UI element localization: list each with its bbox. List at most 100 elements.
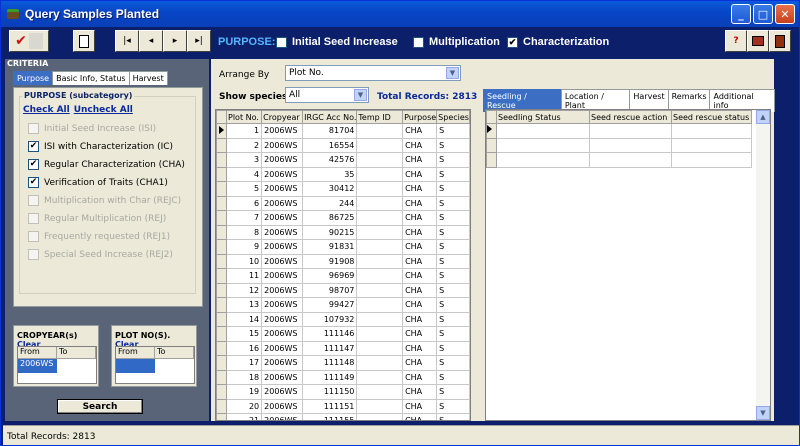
table-cell[interactable]: 42576 — [302, 152, 358, 168]
table-row[interactable]: 8 2006WS 90215 CHA S — [216, 224, 470, 240]
table-cell[interactable]: 17 — [225, 355, 263, 371]
table-cell[interactable] — [356, 224, 404, 240]
table-cell[interactable] — [356, 152, 404, 168]
cell[interactable] — [671, 152, 752, 168]
detail-grid[interactable]: Seedling Status Seed rescue action Seed … — [485, 109, 771, 421]
table-cell[interactable]: S — [436, 268, 470, 284]
table-cell[interactable] — [356, 340, 404, 356]
scroll-up-icon[interactable]: ▲ — [756, 110, 770, 124]
table-cell[interactable] — [356, 398, 404, 414]
help-button[interactable]: ? — [725, 30, 747, 52]
table-row[interactable]: 6 2006WS 244 CHA S — [216, 195, 470, 211]
arrange-by-select[interactable]: Plot No. ▼ — [285, 65, 461, 81]
table-cell[interactable]: S — [436, 137, 470, 153]
table-cell[interactable]: CHA — [402, 224, 438, 240]
table-cell[interactable] — [356, 253, 404, 269]
table-cell[interactable]: CHA — [402, 268, 438, 284]
table-cell[interactable]: 4 — [225, 166, 263, 182]
table-row[interactable]: 13 2006WS 99427 CHA S — [216, 297, 470, 313]
table-cell[interactable] — [356, 137, 404, 153]
table-cell[interactable]: 2006WS — [261, 355, 304, 371]
table-cell[interactable]: 91908 — [302, 253, 358, 269]
detail-col-header[interactable]: Seed rescue action — [589, 110, 672, 124]
table-cell[interactable]: 111155 — [302, 413, 358, 420]
table-cell[interactable]: S — [436, 224, 470, 240]
cell[interactable] — [496, 152, 590, 168]
table-cell[interactable]: CHA — [402, 369, 438, 385]
table-cell[interactable]: 15 — [225, 326, 263, 342]
table-cell[interactable] — [356, 311, 404, 327]
tab-purpose[interactable]: Purpose — [13, 71, 54, 85]
table-cell[interactable]: 10 — [225, 253, 263, 269]
table-cell[interactable]: 2006WS — [261, 195, 304, 211]
table-cell[interactable]: 99427 — [302, 297, 358, 313]
table-cell[interactable] — [356, 282, 404, 298]
detail-col-header[interactable]: Seed rescue status — [671, 110, 752, 124]
table-cell[interactable]: 2 — [225, 137, 263, 153]
next-record-button[interactable]: ▸ — [163, 30, 187, 52]
table-cell[interactable]: CHA — [402, 137, 438, 153]
table-cell[interactable]: CHA — [402, 340, 438, 356]
table-cell[interactable]: CHA — [402, 195, 438, 211]
table-cell[interactable]: S — [436, 297, 470, 313]
table-cell[interactable] — [356, 355, 404, 371]
print-button[interactable] — [747, 30, 769, 52]
table-cell[interactable]: CHA — [402, 152, 438, 168]
table-cell[interactable]: 2006WS — [261, 326, 304, 342]
table-cell[interactable]: 86725 — [302, 210, 358, 226]
purpose-multiplication-checkbox[interactable]: Multiplication — [413, 36, 500, 48]
table-cell[interactable] — [356, 297, 404, 313]
table-cell[interactable]: CHA — [402, 239, 438, 255]
detail-row[interactable] — [486, 152, 752, 168]
table-cell[interactable] — [356, 413, 404, 420]
table-cell[interactable]: 2006WS — [261, 137, 304, 153]
cell[interactable] — [496, 123, 590, 139]
tab-basic-info[interactable]: Basic Info, Status — [52, 71, 130, 85]
table-cell[interactable]: S — [436, 181, 470, 197]
table-cell[interactable]: S — [436, 384, 470, 400]
table-cell[interactable]: 2006WS — [261, 413, 304, 420]
table-cell[interactable]: S — [436, 152, 470, 168]
cell[interactable] — [496, 137, 590, 153]
col-header[interactable]: Plot No. — [225, 110, 263, 124]
table-row[interactable]: 16 2006WS 111147 CHA S — [216, 340, 470, 356]
table-row[interactable]: 2 2006WS 16554 CHA S — [216, 137, 470, 153]
table-row[interactable]: 15 2006WS 111146 CHA S — [216, 326, 470, 342]
table-cell[interactable]: S — [436, 369, 470, 385]
table-row[interactable]: 18 2006WS 111149 CHA S — [216, 369, 470, 385]
table-cell[interactable]: 111151 — [302, 398, 358, 414]
table-cell[interactable]: 2006WS — [261, 224, 304, 240]
cropyear-to-cell[interactable] — [57, 359, 96, 373]
chevron-down-icon[interactable]: ▼ — [446, 67, 459, 79]
table-cell[interactable]: CHA — [402, 282, 438, 298]
results-grid[interactable]: Plot No. Cropyear IRGC Acc No. Temp ID P… — [215, 109, 471, 421]
table-cell[interactable]: CHA — [402, 355, 438, 371]
table-cell[interactable]: 111149 — [302, 369, 358, 385]
col-header[interactable]: IRGC Acc No. — [302, 110, 358, 124]
table-row[interactable]: 20 2006WS 111151 CHA S — [216, 398, 470, 414]
table-row[interactable]: 11 2006WS 96969 CHA S — [216, 268, 470, 284]
col-header[interactable]: Temp ID — [356, 110, 404, 124]
table-cell[interactable]: 111150 — [302, 384, 358, 400]
table-cell[interactable]: CHA — [402, 210, 438, 226]
table-cell[interactable]: 90215 — [302, 224, 358, 240]
plotno-grid[interactable]: From To — [115, 346, 195, 384]
table-cell[interactable]: 3 — [225, 152, 263, 168]
table-row[interactable]: 9 2006WS 91831 CHA S — [216, 239, 470, 255]
table-cell[interactable]: 2006WS — [261, 123, 304, 139]
table-cell[interactable]: 20 — [225, 398, 263, 414]
table-cell[interactable] — [356, 166, 404, 182]
col-header[interactable]: Purpose — [402, 110, 438, 124]
cell[interactable] — [589, 123, 672, 139]
table-cell[interactable]: 2006WS — [261, 152, 304, 168]
table-cell[interactable] — [356, 369, 404, 385]
scroll-down-icon[interactable]: ▼ — [756, 406, 770, 420]
purpose-initial-seed-checkbox[interactable]: Initial Seed Increase — [276, 36, 398, 48]
table-cell[interactable]: 2006WS — [261, 384, 304, 400]
table-cell[interactable]: 2006WS — [261, 181, 304, 197]
table-cell[interactable]: 35 — [302, 166, 358, 182]
table-cell[interactable]: 19 — [225, 384, 263, 400]
table-cell[interactable]: S — [436, 326, 470, 342]
chevron-down-icon[interactable]: ▼ — [354, 89, 367, 101]
detail-col-header[interactable]: Seedling Status — [496, 110, 590, 124]
